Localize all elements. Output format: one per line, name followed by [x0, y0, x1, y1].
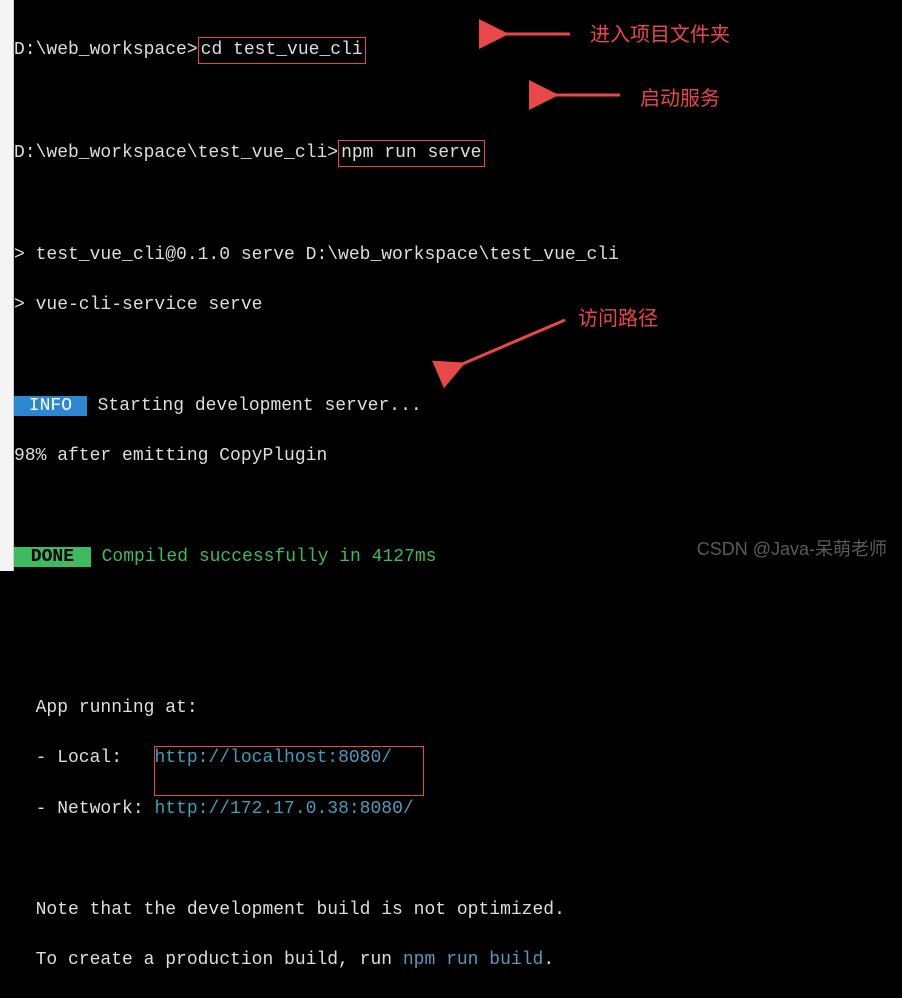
watermark: CSDN @Java-呆萌老师 [697, 535, 887, 561]
output-line-1: > test_vue_cli@0.1.0 serve D:\web_worksp… [14, 243, 902, 268]
note2-cmd: npm run build [403, 950, 543, 970]
local-line: - Local: http://localhost:8080/ [14, 746, 902, 771]
blank-7 [14, 847, 902, 872]
network-url-port[interactable]: 8080 [360, 799, 403, 819]
blank-6 [14, 646, 902, 671]
network-url-path[interactable]: / [403, 799, 414, 819]
prompt-1: D:\web_workspace> [14, 40, 198, 60]
url-box [154, 746, 424, 796]
local-label: - Local: [14, 748, 154, 768]
info-line: INFO Starting development server... [14, 394, 902, 419]
annotation-access-path: 访问路径 [578, 302, 658, 331]
cmd-line-1: D:\web_workspace>cd test_vue_cli [14, 37, 902, 64]
done-text: Compiled successfully in 4127ms [91, 547, 437, 567]
cmd-box-2: npm run serve [338, 140, 484, 167]
cmd-line-2: D:\web_workspace\test_vue_cli>npm run se… [14, 140, 902, 167]
arrow-1 [495, 22, 575, 48]
app-running-line: App running at: [14, 696, 902, 721]
note2-pre: To create a production build, run [14, 950, 403, 970]
arrow-3 [450, 315, 570, 381]
blank-5 [14, 595, 902, 620]
network-line: - Network: http://172.17.0.38:8080/ [14, 797, 902, 822]
note2-post: . [543, 950, 554, 970]
done-badge: DONE [14, 547, 91, 567]
annotation-start-service: 启动服务 [640, 82, 720, 111]
progress-line: 98% after emitting CopyPlugin [14, 444, 902, 469]
prompt-2: D:\web_workspace\test_vue_cli> [14, 143, 338, 163]
info-text: Starting development server... [87, 396, 422, 416]
annotation-enter-folder: 进入项目文件夹 [590, 18, 730, 47]
note-line-1: Note that the development build is not o… [14, 898, 902, 923]
blank-1 [14, 90, 902, 115]
note-line-2: To create a production build, run npm ru… [14, 948, 902, 973]
network-label: - Network: [14, 799, 154, 819]
blank-2 [14, 192, 902, 217]
network-url-host[interactable]: http://172.17.0.38: [154, 799, 359, 819]
terminal-output: D:\web_workspace>cd test_vue_cli D:\web_… [14, 12, 902, 998]
arrow-2 [545, 85, 625, 111]
blank-4 [14, 495, 902, 520]
left-sidebar [0, 0, 14, 571]
cmd-box-1: cd test_vue_cli [198, 37, 366, 64]
info-badge: INFO [14, 396, 87, 416]
